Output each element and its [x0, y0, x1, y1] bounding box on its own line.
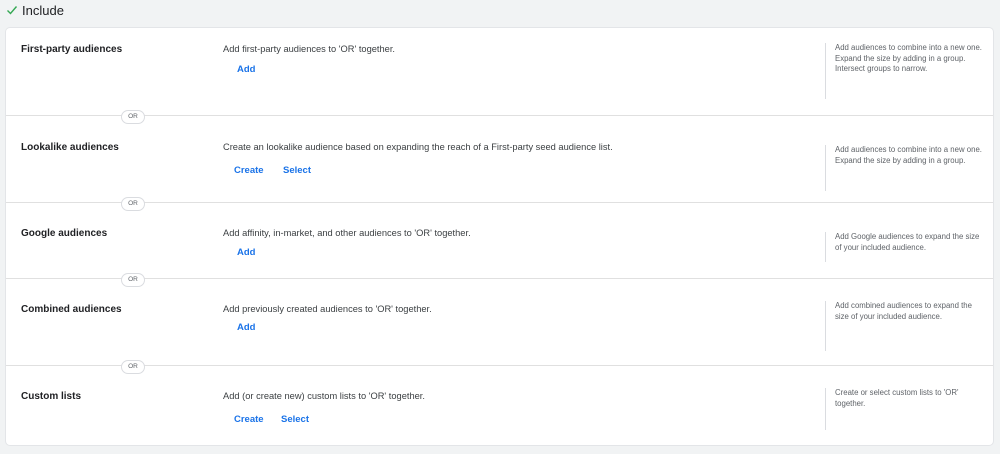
add-combined-audiences-button[interactable]: Add [235, 320, 257, 335]
row-title: Custom lists [21, 391, 82, 402]
combined-audiences-row: Combined audiences Add previously create… [6, 279, 993, 366]
help-text: Add audiences to combine into a new one.… [825, 43, 985, 99]
add-google-audiences-button[interactable]: Add [235, 245, 257, 260]
row-title: First-party audiences [21, 44, 123, 55]
lookalike-audiences-row: Lookalike audiences Create an lookalike … [6, 116, 993, 203]
google-audiences-row: Google audiences Add affinity, in-market… [6, 203, 993, 279]
include-title: Include [22, 2, 64, 18]
row-description: Create an lookalike audience based on ex… [223, 142, 613, 152]
include-header: Include [6, 0, 64, 20]
row-description: Add previously created audiences to 'OR'… [223, 304, 432, 314]
row-title: Lookalike audiences [21, 142, 119, 153]
row-description: Add (or create new) custom lists to 'OR'… [223, 391, 425, 401]
help-text: Add Google audiences to expand the size … [825, 232, 985, 262]
add-first-party-button[interactable]: Add [235, 62, 257, 77]
select-custom-list-button[interactable]: Select [279, 412, 311, 427]
row-description: Add affinity, in-market, and other audie… [223, 228, 471, 238]
first-party-audiences-row: First-party audiences Add first-party au… [6, 28, 993, 116]
help-text: Add combined audiences to expand the siz… [825, 301, 985, 351]
or-separator: OR [121, 197, 145, 211]
create-custom-list-button[interactable]: Create [232, 412, 266, 427]
row-title: Google audiences [21, 228, 108, 239]
row-title: Combined audiences [21, 304, 122, 315]
audience-card: First-party audiences Add first-party au… [6, 28, 993, 445]
help-text: Create or select custom lists to 'OR' to… [825, 388, 985, 430]
or-separator: OR [121, 110, 145, 124]
create-lookalike-button[interactable]: Create [232, 163, 266, 178]
row-description: Add first-party audiences to 'OR' togeth… [223, 44, 396, 54]
or-separator: OR [121, 273, 145, 287]
custom-lists-row: Custom lists Add (or create new) custom … [6, 366, 993, 445]
help-text: Add audiences to combine into a new one.… [825, 145, 985, 191]
check-icon [7, 6, 18, 15]
or-separator: OR [121, 360, 145, 374]
select-lookalike-button[interactable]: Select [281, 163, 313, 178]
